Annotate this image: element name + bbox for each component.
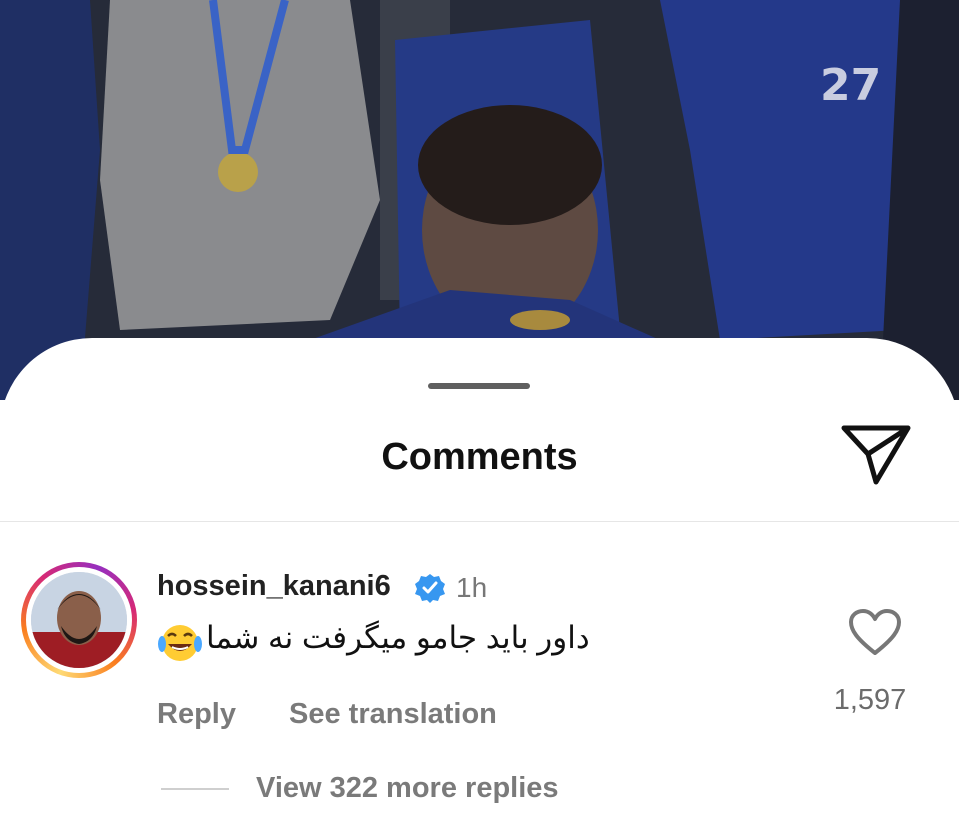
avatar-image bbox=[31, 572, 127, 668]
comment-text: داور باید جامو میگرفت نه شما bbox=[206, 620, 590, 655]
avatar[interactable] bbox=[21, 562, 137, 678]
laughing-tears-emoji-icon bbox=[157, 622, 203, 664]
svg-text:27: 27 bbox=[820, 60, 881, 111]
drag-handle[interactable] bbox=[428, 383, 530, 389]
send-icon[interactable] bbox=[838, 422, 914, 488]
heart-icon[interactable] bbox=[848, 608, 902, 658]
sheet-title: Comments bbox=[381, 436, 578, 478]
replies-divider bbox=[161, 788, 229, 790]
see-translation-button[interactable]: See translation bbox=[289, 698, 497, 731]
like-count: 1,597 bbox=[833, 684, 907, 716]
verified-badge-icon bbox=[414, 572, 446, 604]
view-more-replies-button[interactable]: View 322 more replies bbox=[256, 772, 559, 805]
comment-username[interactable]: hossein_kanani6 bbox=[157, 570, 391, 603]
header-divider bbox=[0, 521, 959, 522]
reply-button[interactable]: Reply bbox=[157, 698, 236, 731]
comment-time: 1h bbox=[456, 572, 488, 603]
